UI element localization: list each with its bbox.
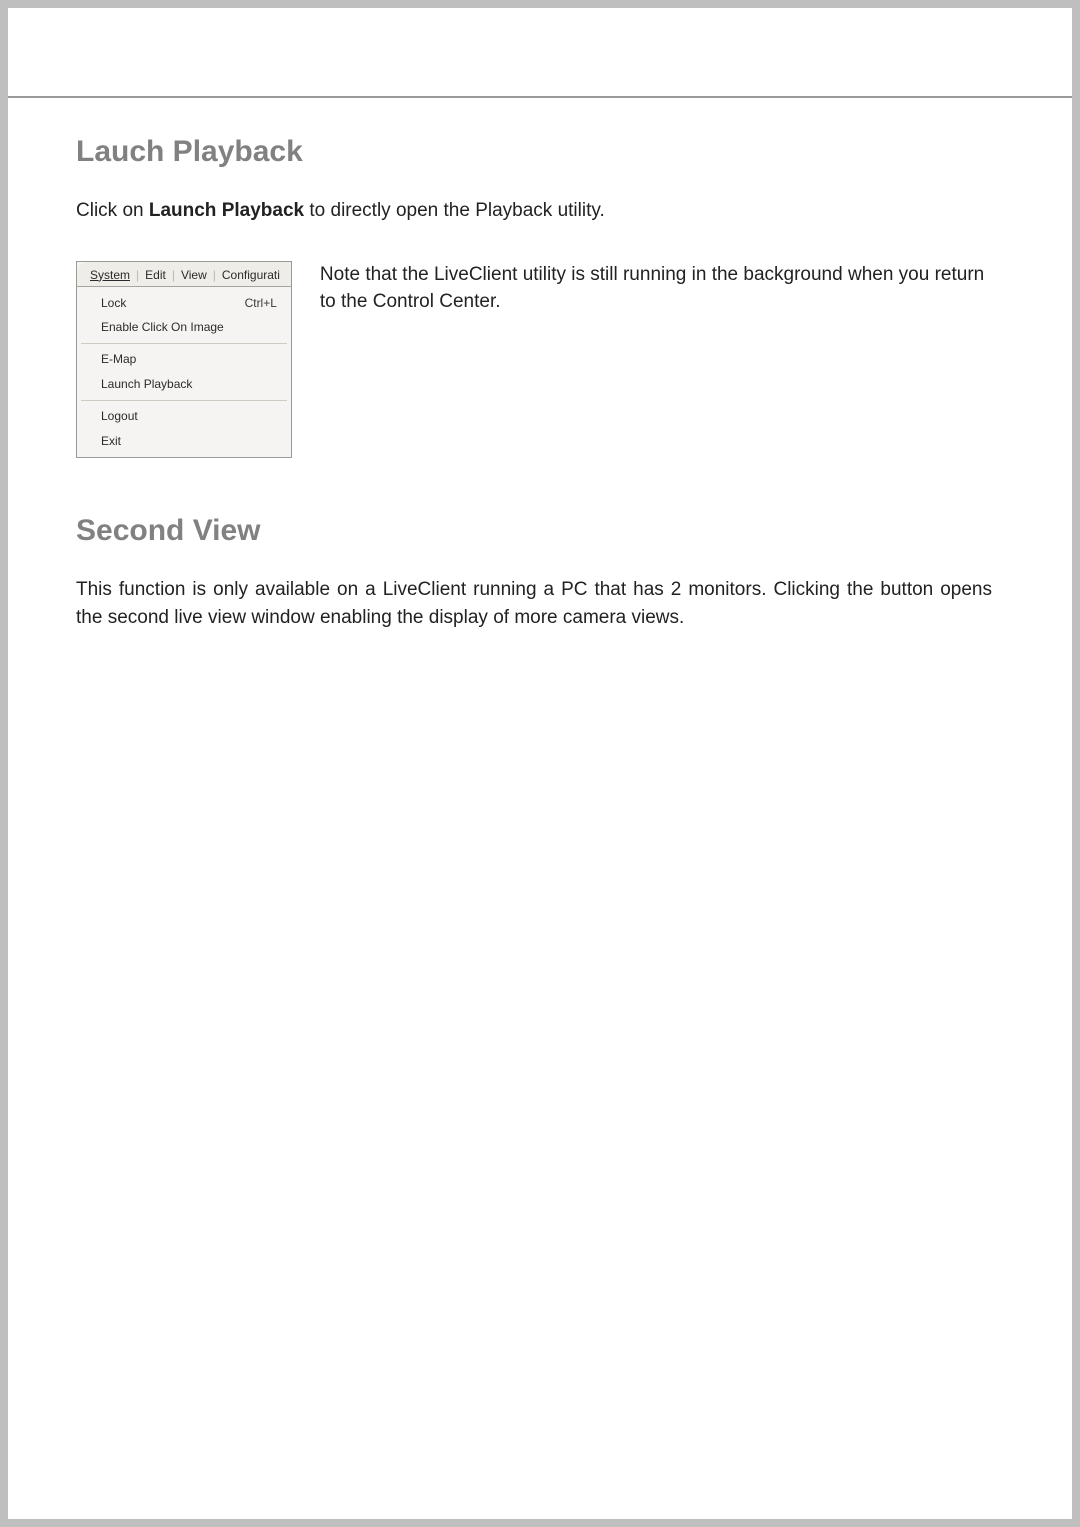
- menu-item-label: E-Map: [101, 351, 136, 368]
- page-content: Lauch Playback Click on Launch Playback …: [8, 135, 1072, 631]
- paragraph-second-view-body: This function is only available on a Liv…: [76, 576, 992, 631]
- menu-divider: [81, 400, 287, 401]
- menu-tab-bar: System | Edit | View | Configurati: [77, 262, 291, 287]
- paragraph-launch-playback-lead: Click on Launch Playback to directly ope…: [76, 197, 992, 225]
- page-footer: 152 - User's Manual: [78, 1444, 212, 1461]
- menu-item-logout[interactable]: Logout: [77, 404, 291, 429]
- menu-item-label: Logout: [101, 408, 138, 425]
- menu-divider: [81, 343, 287, 344]
- page: VIVOTEK Lauch Playback Click on Launch P…: [8, 8, 1072, 1519]
- menu-item-label: Exit: [101, 433, 121, 450]
- menu-item-label: Enable Click On Image: [101, 319, 224, 336]
- menu-item-label: Launch Playback: [101, 376, 192, 393]
- menu-item-emap[interactable]: E-Map: [77, 347, 291, 372]
- menu-tab-edit[interactable]: Edit: [140, 268, 171, 282]
- header-rule-light: [8, 98, 1072, 99]
- menu-tab-view[interactable]: View: [176, 268, 212, 282]
- menu-item-lock[interactable]: Lock Ctrl+L: [77, 291, 291, 316]
- menu-screenshot: System | Edit | View | Configurati Lock …: [76, 261, 292, 459]
- menu-item-enable-click-on-image[interactable]: Enable Click On Image: [77, 315, 291, 340]
- menu-tab-configuration[interactable]: Configurati: [217, 268, 285, 282]
- row-menu-and-note: System | Edit | View | Configurati Lock …: [76, 261, 992, 459]
- text-strong: Launch Playback: [149, 200, 304, 221]
- menu-dropdown: Lock Ctrl+L Enable Click On Image E-Map …: [77, 287, 291, 458]
- menu-tab-system[interactable]: System: [85, 268, 135, 282]
- menu-item-shortcut: Ctrl+L: [245, 295, 277, 312]
- brand-label: VIVOTEK: [78, 60, 1072, 78]
- page-header: VIVOTEK: [8, 8, 1072, 92]
- paragraph-launch-playback-note: Note that the LiveClient utility is stil…: [320, 261, 992, 316]
- text: Click on: [76, 200, 149, 221]
- menu-item-exit[interactable]: Exit: [77, 429, 291, 454]
- menu-item-label: Lock: [101, 295, 126, 312]
- heading-launch-playback: Lauch Playback: [76, 135, 992, 169]
- text: to directly open the Playback utility.: [304, 200, 605, 221]
- menu-item-launch-playback[interactable]: Launch Playback: [77, 372, 291, 397]
- heading-second-view: Second View: [76, 514, 992, 548]
